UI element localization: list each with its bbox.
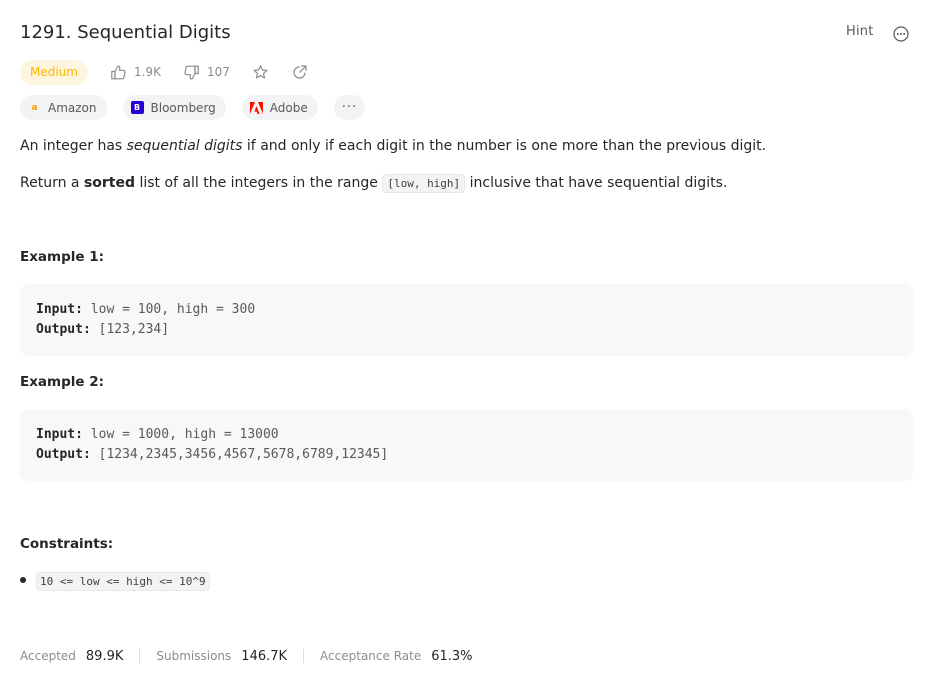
example-2-block: Input: low = 1000, high = 13000 Output: … <box>20 409 913 481</box>
example-1-block: Input: low = 100, high = 300 Output: [12… <box>20 284 913 356</box>
example-2-output: Output: [1234,2345,3456,4567,5678,6789,1… <box>36 447 388 462</box>
problem-meta-row: Medium 1.9K 107 <box>20 59 308 85</box>
company-tag-label: Amazon <box>48 100 97 115</box>
stats-divider <box>139 649 141 663</box>
star-icon <box>253 64 268 78</box>
example-2-input: Input: low = 1000, high = 13000 <box>36 427 279 442</box>
inline-code: [low, high] <box>382 174 466 193</box>
input-value: low = 1000, high = 13000 <box>90 427 279 442</box>
hint-button[interactable]: Hint <box>846 24 874 39</box>
example-2-heading: Example 2: <box>20 374 105 390</box>
company-tags: a Amazon B Bloomberg Adobe ··· <box>20 95 381 120</box>
description-text: list of all the integers in the range <box>135 175 383 191</box>
output-value: [123,234] <box>98 322 170 337</box>
like-count: 1.9K <box>133 65 161 79</box>
amazon-logo-icon: a <box>31 102 38 113</box>
example-1-output: Output: [123,234] <box>36 322 169 337</box>
share-icon <box>293 64 307 79</box>
bullet-icon <box>20 576 26 583</box>
company-tag-label: Bloomberg <box>150 100 216 115</box>
input-value: low = 100, high = 300 <box>90 302 256 317</box>
example-1-heading: Example 1: <box>20 249 105 265</box>
difficulty-badge: Medium <box>20 59 88 85</box>
favorite-button[interactable] <box>252 64 269 81</box>
dislike-button[interactable]: 107 <box>183 64 230 81</box>
description-text: Return a <box>20 175 84 191</box>
description-paragraph-2: Return a sorted list of all the integers… <box>20 174 728 193</box>
company-tag-adobe[interactable]: Adobe <box>241 95 318 120</box>
constraints-heading: Constraints: <box>20 536 114 552</box>
acceptance-rate-label: Acceptance Rate <box>320 649 422 663</box>
thumbs-up-icon <box>111 64 126 79</box>
dislike-count: 107 <box>206 65 230 79</box>
submissions-value: 146.7K <box>241 648 288 664</box>
accepted-value: 89.9K <box>85 648 124 664</box>
accepted-label: Accepted <box>20 649 76 663</box>
input-label: Input: <box>36 302 83 317</box>
submissions-label: Submissions <box>156 649 232 663</box>
description-paragraph-1: An integer has sequential digits if and … <box>20 138 766 154</box>
stats-divider <box>303 649 305 663</box>
company-tag-bloomberg[interactable]: B Bloomberg <box>122 95 226 120</box>
bloomberg-logo-icon: B <box>130 101 144 114</box>
company-tag-label: Adobe <box>269 100 308 115</box>
description-emphasis: sequential digits <box>126 138 243 154</box>
description-text: inclusive that have sequential digits. <box>465 175 728 191</box>
description-text: if and only if each digit in the number … <box>242 138 767 154</box>
output-label: Output: <box>36 447 91 462</box>
company-tag-amazon[interactable]: a Amazon <box>20 95 107 120</box>
description-text: An integer has <box>20 138 127 154</box>
more-tags-button[interactable]: ··· <box>333 95 366 120</box>
acceptance-rate-value: 61.3% <box>431 648 473 664</box>
submission-stats: Accepted 89.9K Submissions 146.7K Accept… <box>20 647 473 665</box>
problem-title: 1291. Sequential Digits <box>20 22 231 43</box>
output-value: [1234,2345,3456,4567,5678,6789,12345] <box>98 447 389 462</box>
adobe-logo-icon <box>249 101 263 114</box>
more-options-icon[interactable] <box>892 25 910 43</box>
constraint-item: 10 <= low <= high <= 10^9 <box>20 572 210 591</box>
output-label: Output: <box>36 322 91 337</box>
constraint-code: 10 <= low <= high <= 10^9 <box>36 572 210 591</box>
description-bold: sorted <box>83 175 136 191</box>
like-button[interactable]: 1.9K <box>110 64 161 81</box>
thumbs-down-icon <box>184 65 199 80</box>
example-1-input: Input: low = 100, high = 300 <box>36 302 255 317</box>
input-label: Input: <box>36 427 83 442</box>
share-button[interactable] <box>291 64 308 81</box>
